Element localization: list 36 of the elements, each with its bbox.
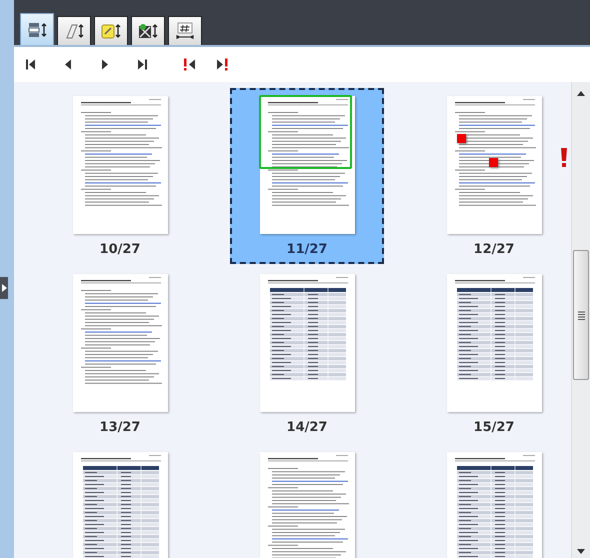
last-page-button[interactable] (135, 57, 150, 72)
expand-arrow-icon (2, 284, 6, 292)
selected-page-card[interactable]: 11/27 (230, 88, 384, 264)
page-number: 14/27 (286, 420, 328, 435)
vertical-scrollbar[interactable] (571, 82, 590, 558)
images-tab[interactable] (131, 16, 165, 45)
grip-icon (578, 310, 584, 320)
notes-tab[interactable] (94, 16, 128, 45)
scroll-down-icon[interactable] (577, 548, 585, 554)
next-flag-button[interactable] (215, 57, 230, 72)
page-card[interactable]: 13/27 (43, 266, 197, 442)
previous-flag-button[interactable] (182, 57, 197, 72)
pages-icon (26, 20, 48, 38)
page-number: 10/27 (100, 242, 140, 257)
view-frame[interactable] (258, 95, 352, 169)
page-card[interactable]: 14/27 (230, 266, 384, 442)
page-number: 11/27 (286, 242, 328, 257)
expand-handle[interactable] (0, 277, 8, 299)
page-card[interactable]: 12/27 (417, 88, 571, 264)
page-card[interactable]: 15/27 (417, 266, 571, 442)
page-card[interactable]: 10/27 (43, 88, 197, 264)
last-page-icon (135, 57, 150, 72)
notes-icon (100, 22, 122, 40)
previous-flag-icon (182, 57, 197, 72)
page-number: 13/27 (100, 420, 140, 435)
images-icon (137, 22, 159, 40)
numbering-tab[interactable] (168, 16, 202, 45)
scroll-up-icon[interactable] (577, 90, 585, 96)
annotations-tab[interactable] (57, 16, 91, 45)
next-flag-icon (215, 57, 230, 72)
page-number: 15/27 (474, 420, 514, 435)
scrollbar-thumb[interactable] (573, 250, 589, 380)
pages-tab[interactable] (20, 13, 54, 45)
warning-icon (559, 148, 569, 168)
numbering-icon (174, 22, 196, 40)
page-number: 12/27 (474, 242, 514, 257)
